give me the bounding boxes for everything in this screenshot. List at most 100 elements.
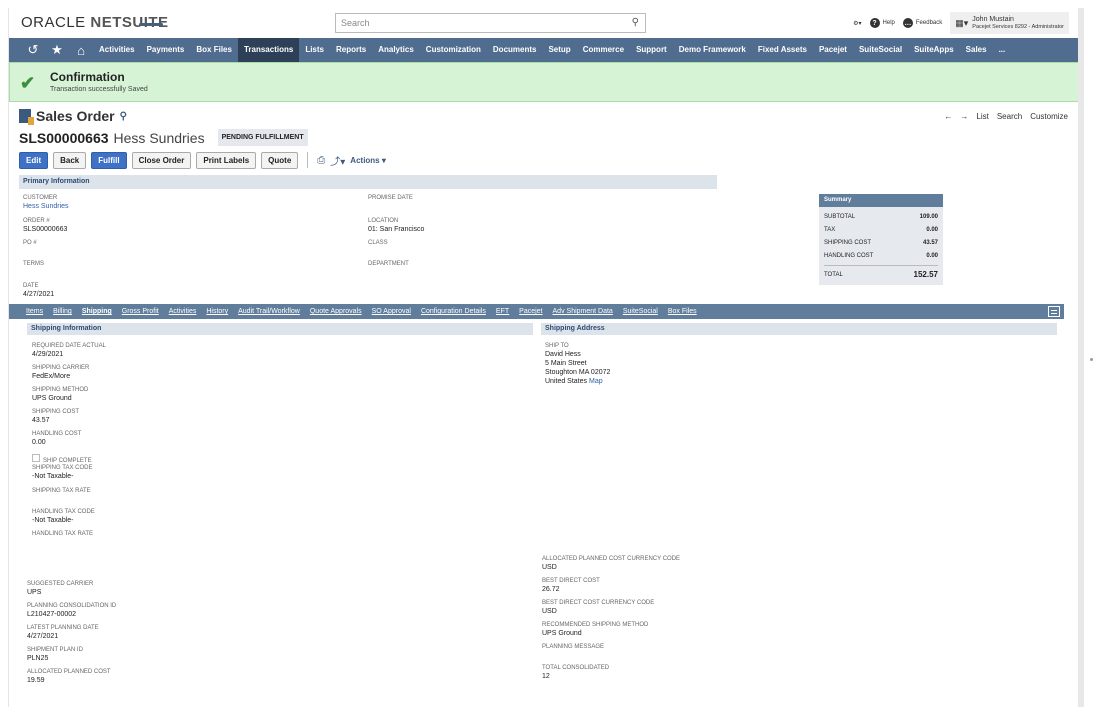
handling-tax-rate-field: HANDLING TAX RATE [32, 530, 93, 538]
ship-to-line-2: 5 Main Street [545, 360, 587, 367]
allocated-currency-label: ALLOCATED PLANNED COST CURRENCY CODE [542, 556, 681, 562]
close-order-button[interactable]: Close Order [131, 151, 192, 169]
global-search-input[interactable]: Search ⚲ [335, 13, 646, 33]
search-link[interactable]: Search [997, 112, 1022, 121]
quote-button[interactable]: Quote [261, 151, 299, 169]
subtab-adv-shipment-data[interactable]: Adv Shipment Data [548, 308, 618, 315]
shipping-method-value: UPS Ground [32, 395, 72, 402]
subtab-items[interactable]: Items [21, 308, 48, 315]
nav-fixed-assets[interactable]: Fixed Assets [752, 38, 813, 62]
nav-setup[interactable]: Setup [542, 38, 576, 62]
home-icon[interactable]: ⌂ [69, 43, 93, 58]
department-label: DEPARTMENT [368, 261, 409, 267]
shipping-info-header[interactable]: Shipping Information [27, 323, 533, 335]
order-number-label: ORDER # [23, 218, 50, 224]
vertical-scrollbar[interactable] [1078, 8, 1084, 707]
handling-cost-value: 0.00 [926, 253, 938, 259]
view-toggle-icon[interactable] [1048, 306, 1060, 317]
print-icon[interactable]: ⎙ [317, 155, 325, 166]
logo-bar-icon [139, 23, 163, 26]
nav-suiteapps[interactable]: SuiteApps [908, 38, 960, 62]
total-consolidated-value: 12 [542, 673, 550, 680]
nav-documents[interactable]: Documents [487, 38, 543, 62]
date-field: DATE 4/27/2021 [23, 282, 54, 299]
subtab-gross-profit[interactable]: Gross Profit [117, 308, 164, 315]
subtab-eft[interactable]: EFT [491, 308, 514, 315]
subtab-pacejet[interactable]: Pacejet [514, 308, 547, 315]
nav-pacejet[interactable]: Pacejet [813, 38, 853, 62]
nav-lists[interactable]: Lists [299, 38, 330, 62]
user-menu[interactable]: ▦▾ John Mustain Pacejet Services 8292 - … [950, 12, 1069, 34]
total-consolidated-field: TOTAL CONSOLIDATED 12 [542, 664, 609, 681]
subtab-so-approval[interactable]: SO Approval [367, 308, 416, 315]
nav-more[interactable]: ... [993, 38, 1012, 62]
help-link[interactable]: ? Help [869, 18, 895, 28]
subtab-billing[interactable]: Billing [48, 308, 77, 315]
action-toolbar: Edit Back Fulfill Close Order Print Labe… [19, 149, 386, 171]
nav-payments[interactable]: Payments [141, 38, 191, 62]
order-number-field: ORDER # SLS00000663 [23, 217, 67, 234]
nav-box-files[interactable]: Box Files [190, 38, 238, 62]
subtab-activities[interactable]: Activities [164, 308, 202, 315]
nav-transactions[interactable]: Transactions [237, 38, 300, 62]
ship-to-label: SHIP TO [545, 343, 569, 349]
confirmation-title: Confirmation [50, 70, 125, 84]
nav-analytics[interactable]: Analytics [372, 38, 420, 62]
suggested-carrier-label: SUGGESTED CARRIER [27, 581, 94, 587]
subtab-quote-approvals[interactable]: Quote Approvals [305, 308, 367, 315]
shipping-address-header[interactable]: Shipping Address [541, 323, 1057, 335]
subtab-shipping[interactable]: Shipping [77, 308, 117, 315]
nav-customization[interactable]: Customization [420, 38, 487, 62]
record-type-label: Sales Order [36, 108, 115, 124]
recommended-shipping-method-label: RECOMMENDED SHIPPING METHOD [542, 622, 649, 628]
subtab-box-files[interactable]: Box Files [663, 308, 702, 315]
back-button[interactable]: Back [53, 151, 87, 169]
allocated-planned-cost-value: 19.59 [27, 677, 45, 684]
customer-link[interactable]: Hess Sundries [23, 202, 69, 211]
nav-demo-framework[interactable]: Demo Framework [673, 38, 752, 62]
subtab-history[interactable]: History [201, 308, 233, 315]
nav-commerce[interactable]: Commerce [577, 38, 630, 62]
nav-reports[interactable]: Reports [330, 38, 372, 62]
primary-info-header[interactable]: Primary Information [19, 175, 717, 189]
customize-link[interactable]: Customize [1030, 112, 1068, 121]
feedback-label: Feedback [915, 20, 943, 26]
subtab-audit-trail[interactable]: Audit Trail/Workflow [233, 308, 305, 315]
actions-menu[interactable]: Actions ▾ [350, 156, 386, 165]
ship-cost-label: SHIPPING COST [32, 409, 80, 415]
nav-sales[interactable]: Sales [960, 38, 993, 62]
favorites-star-icon[interactable]: ★ [45, 42, 69, 58]
recent-records-icon[interactable]: ⚙▾ [853, 20, 861, 27]
date-value: 4/27/2021 [23, 291, 55, 298]
subtab-suitesocial[interactable]: SuiteSocial [618, 308, 663, 315]
edit-button[interactable]: Edit [19, 151, 49, 169]
po-field: PO # [23, 239, 37, 247]
print-labels-button[interactable]: Print Labels [196, 151, 257, 169]
shipping-cost-value: 43.57 [922, 240, 938, 246]
prev-record-arrow-icon[interactable]: ← [944, 112, 952, 121]
fulfill-button[interactable]: Fulfill [91, 151, 127, 169]
department-field: DEPARTMENT [368, 260, 409, 268]
shipping-carrier-label: SHIPPING CARRIER [32, 365, 90, 371]
map-link[interactable]: Map [589, 378, 603, 385]
search-record-icon[interactable]: ⚲ [120, 111, 127, 122]
ship-complete-checkbox[interactable] [32, 453, 40, 462]
subtab-configuration-details[interactable]: Configuration Details [416, 308, 491, 315]
export-icon[interactable]: ⤴▾ [330, 153, 345, 168]
nav-suitesocial[interactable]: SuiteSocial [853, 38, 908, 62]
role-switch-icon: ▦▾ [955, 17, 969, 28]
nav-activities[interactable]: Activities [93, 38, 141, 62]
main-nav: ↺ ★ ⌂ Activities Payments Box Files Tran… [9, 38, 1079, 62]
next-record-arrow-icon[interactable]: → [960, 112, 968, 121]
recent-history-icon[interactable]: ↺ [21, 42, 45, 58]
location-value: 01: San Francisco [368, 226, 425, 233]
latest-planning-date-field: LATEST PLANNING DATE 4/27/2021 [27, 624, 99, 641]
nav-support[interactable]: Support [630, 38, 673, 62]
feedback-link[interactable]: … Feedback [902, 18, 943, 28]
list-link[interactable]: List [976, 112, 988, 121]
summary-total-row: TOTAL 152.57 [824, 265, 938, 281]
planning-consolidation-label: PLANNING CONSOLIDATION ID [27, 603, 117, 609]
search-icon[interactable]: ⚲ [632, 17, 639, 28]
record-number: SLS00000663 [19, 129, 109, 146]
required-date-value: 4/29/2021 [32, 351, 64, 358]
